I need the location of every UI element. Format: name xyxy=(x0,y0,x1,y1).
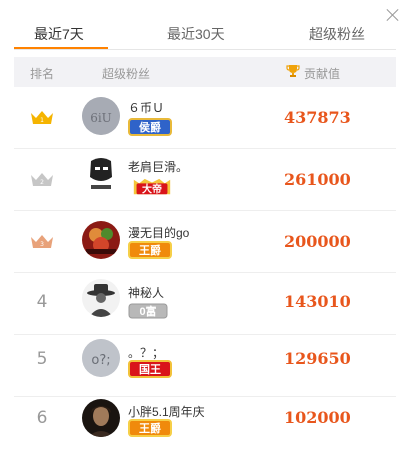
svg-text:侯爵: 侯爵 xyxy=(139,120,161,134)
contribution-value: 261000 xyxy=(284,170,351,189)
gold-crown-icon: 1 xyxy=(31,111,53,124)
rank-badge: 王爵 xyxy=(128,241,172,259)
svg-text:o?;: o?; xyxy=(91,353,110,368)
rank-number: 5 xyxy=(36,349,48,369)
tab-7-days[interactable]: 最近7天 xyxy=(34,24,84,44)
rank-badge: 大帝 xyxy=(133,178,171,195)
rank-badge: 侯爵 xyxy=(128,118,172,136)
svg-text:0富: 0富 xyxy=(139,304,156,318)
avatar[interactable] xyxy=(82,399,120,437)
rank-number: 6 xyxy=(36,408,48,428)
fan-name[interactable]: 老肩巨滑。 xyxy=(128,158,188,175)
avatar[interactable] xyxy=(82,155,120,193)
table-row[interactable]: 5 o?; 。？； 国王 129650 xyxy=(14,335,396,397)
table-row[interactable]: 6 小胖5.1周年庆 王爵 102000 xyxy=(14,397,396,453)
rank-badge: 王爵 xyxy=(128,419,172,437)
svg-text:王爵: 王爵 xyxy=(139,243,161,257)
contribution-value: 129650 xyxy=(284,349,351,368)
fan-name[interactable]: ６币Ｕ xyxy=(128,99,164,116)
tab-super-fans[interactable]: 超级粉丝 xyxy=(309,24,365,44)
silver-crown-icon: 2 xyxy=(31,173,53,186)
table-row[interactable]: 4 神秘人 0富 143010 xyxy=(14,273,396,335)
fan-column-header: 超级粉丝 xyxy=(102,67,151,81)
table-row[interactable]: 3 漫无目的go 王爵 200000 xyxy=(14,211,396,273)
rank-number: 4 xyxy=(36,292,48,312)
rank-badge: 国王 xyxy=(128,360,172,378)
contribution-value: 143010 xyxy=(284,292,351,311)
avatar[interactable] xyxy=(82,279,120,317)
tab-divider xyxy=(14,49,396,50)
svg-text:王爵: 王爵 xyxy=(139,421,161,435)
contribution-value: 437873 xyxy=(284,108,351,127)
rank-badge: 0富 xyxy=(128,303,168,319)
svg-text:1: 1 xyxy=(40,117,44,124)
fan-name[interactable]: 神秘人 xyxy=(128,284,164,301)
contribution-column-header: 贡献值 xyxy=(304,67,341,81)
svg-text:2: 2 xyxy=(40,179,44,186)
svg-text:3: 3 xyxy=(40,241,44,248)
contribution-value: 102000 xyxy=(284,408,351,427)
tab-bar: 最近7天 最近30天 超级粉丝 xyxy=(0,18,408,50)
bronze-crown-icon: 3 xyxy=(31,235,53,248)
table-row[interactable]: 2 老肩巨滑。 大帝 261000 xyxy=(14,149,396,211)
svg-text:国王: 国王 xyxy=(139,363,161,376)
table-row[interactable]: 1 6iU ６币Ｕ 侯爵 437873 xyxy=(14,87,396,149)
avatar[interactable]: 6iU xyxy=(82,97,120,135)
avatar[interactable]: o?; xyxy=(82,339,120,377)
svg-text:6iU: 6iU xyxy=(90,111,112,125)
fan-name[interactable]: 漫无目的go xyxy=(128,224,189,241)
contribution-value: 200000 xyxy=(284,232,351,251)
avatar[interactable] xyxy=(82,221,120,259)
tab-30-days[interactable]: 最近30天 xyxy=(167,24,225,44)
trophy-icon xyxy=(286,65,300,77)
rank-column-header: 排名 xyxy=(30,67,55,81)
svg-text:大帝: 大帝 xyxy=(142,182,162,195)
table-header: 排名 超级粉丝 贡献值 xyxy=(14,57,396,87)
